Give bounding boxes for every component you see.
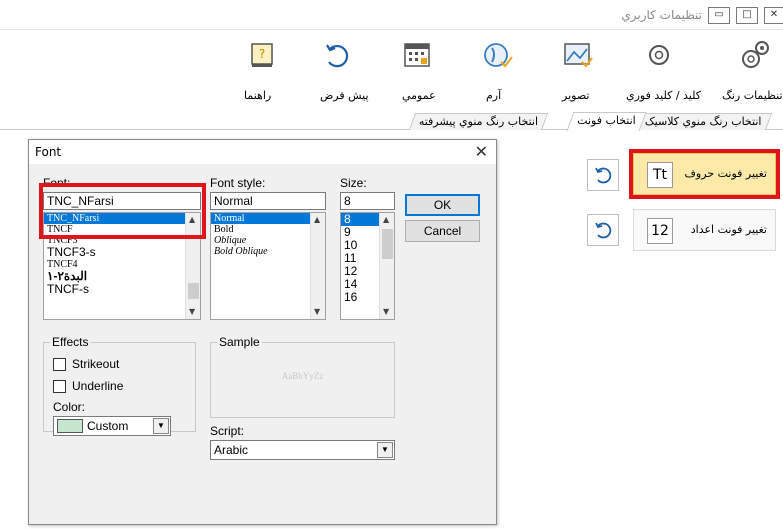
script-label: Script:: [210, 424, 245, 438]
list-item[interactable]: TNCF3-s: [44, 246, 200, 259]
reset-letter-font-button[interactable]: [587, 159, 619, 191]
font-size-list[interactable]: 8 9 10 11 12 14 16 ▲ ▼: [340, 212, 395, 320]
effects-group-title: Effects: [50, 335, 91, 349]
ribbon-picture[interactable]: [558, 36, 596, 74]
underline-label: Underline: [72, 379, 124, 393]
scroll-up-icon[interactable]: ▲: [383, 215, 389, 224]
ribbon-toolbar: تنظیمات رنگ کلید / کلید فوري تصویر آرم ع…: [0, 30, 783, 112]
scroll-thumb[interactable]: [382, 229, 393, 259]
ribbon-label-key-shortcut: کلید / کلید فوري: [626, 89, 702, 102]
scroll-down-icon[interactable]: ▼: [189, 307, 195, 316]
minimize-window-button[interactable]: ▭: [708, 7, 730, 24]
tab-strip: انتخاب رنگ منوي کلاسیک انتخاب فونت انتخا…: [0, 112, 783, 131]
title-bar: ✕ □ ▭ تنظیمات کاربري: [0, 0, 783, 30]
scroll-thumb[interactable]: [188, 283, 199, 299]
ok-button[interactable]: OK: [405, 194, 480, 216]
ribbon-default[interactable]: [318, 36, 356, 74]
ribbon-color-settings[interactable]: [736, 36, 774, 74]
maximize-window-button[interactable]: □: [736, 7, 758, 24]
reset-number-font-button[interactable]: [587, 214, 619, 246]
ribbon-label-logo: آرم: [486, 89, 502, 102]
key-icon: [640, 36, 678, 74]
font-style-input[interactable]: Normal: [210, 192, 326, 210]
sample-text: AaBbYyZz: [281, 371, 324, 381]
undo-icon: [595, 222, 612, 239]
scroll-up-icon[interactable]: ▲: [314, 215, 320, 224]
strikeout-label: Strikeout: [72, 357, 120, 371]
strikeout-checkbox[interactable]: [53, 358, 66, 371]
scroll-down-icon[interactable]: ▼: [383, 307, 389, 316]
ribbon-label-help: راهنما: [244, 89, 272, 102]
font-dialog-close-icon[interactable]: ✕: [475, 142, 488, 161]
font-numbers-icon: 12: [647, 218, 673, 244]
cancel-button[interactable]: Cancel: [405, 220, 480, 242]
list-item[interactable]: TNCF-s: [44, 283, 200, 296]
chevron-down-icon[interactable]: ▼: [153, 418, 169, 434]
font-dialog-titlebar: Font ✕: [29, 140, 496, 164]
color-select[interactable]: Custom ▼: [53, 416, 171, 436]
ribbon-label-general: عمومي: [402, 89, 436, 102]
ribbon-logo[interactable]: [478, 36, 516, 74]
font-size-input[interactable]: 8: [340, 192, 395, 210]
close-window-button[interactable]: ✕: [764, 7, 783, 24]
list-item[interactable]: Oblique: [211, 235, 325, 246]
change-number-font-label: تغییر فونت اعداد: [690, 223, 767, 236]
annotation-highlight-box: [39, 183, 206, 239]
sample-group-title: Sample: [217, 335, 262, 349]
chevron-down-icon[interactable]: ▼: [377, 442, 393, 458]
color-label: Color:: [53, 400, 86, 414]
undo-icon: [595, 167, 612, 184]
color-select-value: Custom: [87, 419, 129, 433]
ribbon-help[interactable]: ?: [243, 36, 281, 74]
svg-text:?: ?: [259, 47, 265, 61]
ribbon-general[interactable]: [398, 36, 436, 74]
color-swatch: [57, 419, 83, 433]
picture-icon: [558, 36, 596, 74]
tab-font-selection[interactable]: انتخاب فونت: [566, 112, 647, 131]
font-style-label: Font style:: [210, 176, 266, 190]
size-list-scrollbar[interactable]: ▲ ▼: [379, 213, 394, 319]
gears-icon: [736, 36, 774, 74]
window-title: تنظیمات کاربري: [621, 8, 702, 22]
annotation-highlight-box: [629, 149, 780, 199]
ribbon-key-shortcut[interactable]: [640, 36, 678, 74]
undo-icon: [318, 36, 356, 74]
change-number-font-button[interactable]: 12 تغییر فونت اعداد: [633, 209, 776, 251]
sample-group: Sample AaBbYyZz: [210, 335, 395, 418]
font-size-label: Size:: [340, 176, 367, 190]
ribbon-label-default: پیش فرض: [320, 89, 369, 102]
script-select[interactable]: Arabic ▼: [210, 440, 395, 460]
style-list-scrollbar[interactable]: ▲ ▼: [310, 213, 325, 319]
tab-classic-menu-color[interactable]: انتخاب رنگ منوي کلاسیک: [634, 113, 772, 130]
font-dialog: Font ✕ Font: TNC_NFarsi TNC_NFarsi TNCF …: [28, 139, 497, 525]
ribbon-label-color-settings: تنظیمات رنگ: [722, 89, 783, 102]
help-icon: ?: [243, 36, 281, 74]
tab-advanced-menu-color[interactable]: انتخاب رنگ منوي پیشرفته: [408, 113, 549, 130]
font-style-list[interactable]: Normal Bold Oblique Bold Oblique ▲ ▼: [210, 212, 326, 320]
font-dialog-title: Font: [35, 145, 62, 159]
list-item[interactable]: Normal: [211, 213, 325, 224]
logo-icon: [478, 36, 516, 74]
effects-group: Effects Strikeout Underline Color: Custo…: [43, 335, 196, 436]
list-item[interactable]: Bold: [211, 224, 325, 235]
scroll-down-icon[interactable]: ▼: [314, 307, 320, 316]
script-select-value: Arabic: [214, 443, 249, 457]
calendar-icon: [398, 36, 436, 74]
list-item[interactable]: Bold Oblique: [211, 246, 325, 257]
underline-checkbox[interactable]: [53, 380, 66, 393]
ribbon-label-picture: تصویر: [562, 89, 590, 102]
